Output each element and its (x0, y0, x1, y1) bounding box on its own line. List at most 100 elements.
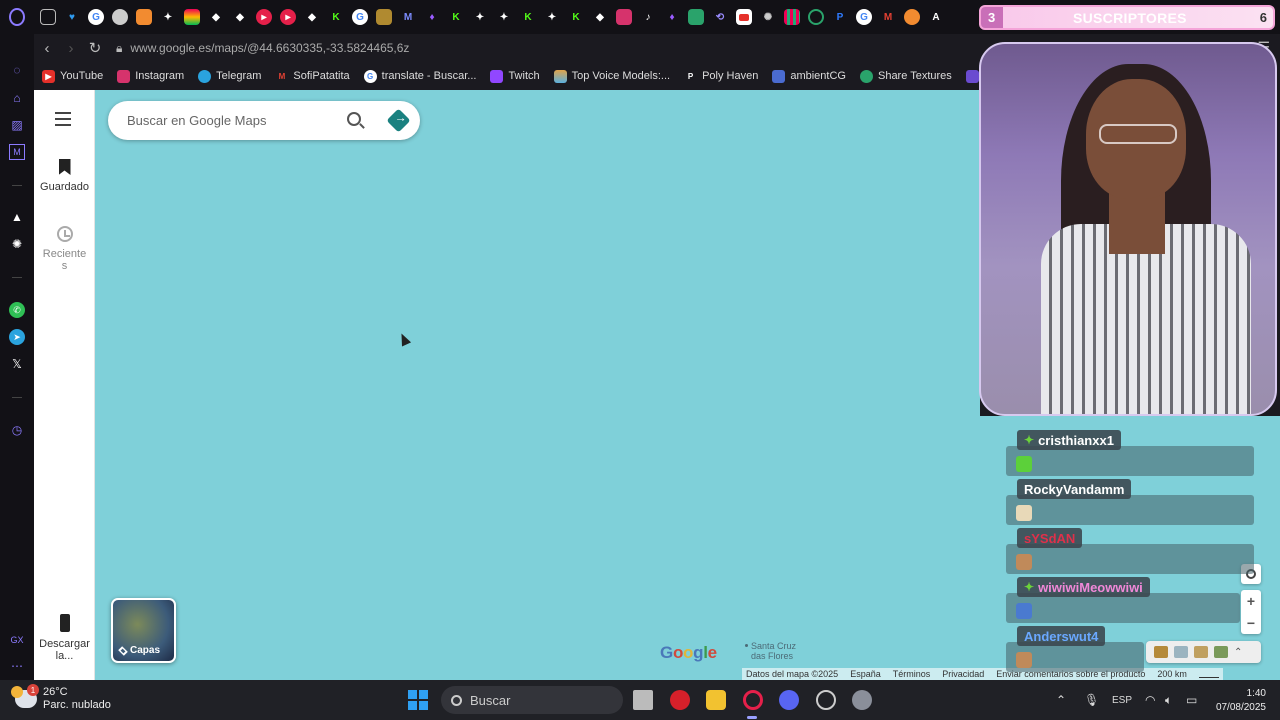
tab-google-icon[interactable]: G (88, 9, 104, 25)
wifi-icon[interactable]: ◠ (1145, 693, 1155, 707)
tab-green-icon[interactable] (688, 9, 704, 25)
tab-mail-icon[interactable] (40, 9, 56, 25)
microphone-icon[interactable]: 🎙︎ (1084, 693, 1099, 707)
thumb-traffic[interactable] (1214, 646, 1228, 658)
tab-diamond-icon-3[interactable]: ◆ (304, 9, 320, 25)
pinboard-icon[interactable]: ▨ (9, 117, 25, 133)
layers-button[interactable]: Capas (111, 598, 176, 663)
back-button[interactable]: ‹ (36, 37, 58, 59)
tab-m-icon[interactable]: M (400, 9, 416, 25)
bookmark-telegram[interactable]: Telegram (198, 69, 261, 83)
bookmark-share-textures[interactable]: Share Textures (859, 69, 952, 83)
terms-link[interactable]: Términos (893, 669, 931, 679)
bookmark-translate[interactable]: Gtranslate - Buscar... (363, 69, 476, 83)
tab-sync-icon[interactable]: ⟲ (712, 9, 728, 25)
tab-google-icon-3[interactable]: G (856, 9, 872, 25)
chevron-up-icon[interactable]: ⌃ (1234, 647, 1242, 658)
tab-puzzle-icon-4[interactable]: ✦ (544, 9, 560, 25)
opera-logo-icon[interactable] (0, 0, 34, 34)
tab-gmail-icon[interactable]: M (880, 9, 896, 25)
arc-icon[interactable]: ▲ (9, 209, 25, 225)
url-text[interactable]: www.google.es/maps/@44.6630335,-33.58244… (130, 41, 409, 55)
tab-drop-icon[interactable]: ♦ (424, 9, 440, 25)
bookmark-instagram[interactable]: Instagram (117, 69, 184, 83)
thumb-terrain[interactable] (1174, 646, 1188, 658)
chatgpt-icon[interactable]: ✺ (9, 236, 25, 252)
zoom-in-button[interactable]: + (1247, 593, 1255, 609)
system-clock[interactable]: 1:40 07/08/2025 (1216, 687, 1266, 715)
settings-icon[interactable] (852, 690, 872, 710)
bookmark-poly-haven[interactable]: P Poly Haven (684, 70, 758, 83)
tab-openai-icon[interactable]: ✺ (760, 9, 776, 25)
bookmark-twitch[interactable]: Twitch (490, 69, 540, 83)
tab-orange-circle-icon[interactable] (904, 9, 920, 25)
country-link[interactable]: España (850, 669, 881, 679)
tab-globe-icon[interactable] (112, 9, 128, 25)
discord-icon[interactable] (779, 690, 799, 710)
gx-icon[interactable]: GX (9, 632, 25, 648)
reload-button[interactable]: ↻ (84, 37, 106, 59)
tab-orange-icon[interactable] (136, 9, 152, 25)
pegman-icon[interactable] (1154, 646, 1168, 658)
opera-icon[interactable] (743, 690, 763, 710)
url-field[interactable]: 🔒︎ www.google.es/maps/@44.6630335,-33.58… (116, 41, 409, 56)
chevron-up-tray-icon[interactable]: ⌃ (1056, 693, 1066, 707)
scale-label[interactable]: 200 km (1157, 669, 1187, 679)
forward-button[interactable]: › (60, 37, 82, 59)
search-icon[interactable] (347, 112, 361, 126)
messenger-m-icon[interactable]: M (9, 144, 25, 160)
place-label-santa-cruz[interactable]: Santa Cruz das Flores (745, 641, 796, 661)
taskbar-search[interactable]: Buscar (441, 686, 623, 714)
bookmark-sofipatatita[interactable]: M SofiPatatita (275, 70, 350, 83)
zoom-out-button[interactable]: − (1247, 615, 1255, 631)
bookmark-youtube[interactable]: ▶ YouTube (42, 69, 103, 83)
tab-play-icon-2[interactable]: ▸ (280, 9, 296, 25)
tab-youtube-active[interactable] (736, 9, 752, 25)
maps-search-input[interactable] (127, 113, 327, 128)
directions-icon[interactable] (386, 108, 411, 133)
tab-diamond-icon-4[interactable]: ◆ (592, 9, 608, 25)
obs-icon[interactable] (816, 690, 836, 710)
x-icon[interactable]: 𝕏 (9, 356, 25, 372)
tab-play-icon[interactable]: ▸ (256, 9, 272, 25)
tab-shield-icon[interactable] (376, 9, 392, 25)
tab-diamond-icon[interactable]: ◆ (208, 9, 224, 25)
tab-puzzle-icon-2[interactable]: ✦ (472, 9, 488, 25)
saved-button[interactable]: Guardado (34, 159, 95, 193)
language-indicator[interactable]: ESP (1112, 695, 1132, 706)
bookmark-ambientcg[interactable]: ambientCG (772, 69, 846, 83)
download-app-button[interactable]: Descargar la... (34, 614, 95, 662)
telegram-sidebar-icon[interactable]: ➤ (9, 329, 25, 345)
recents-button[interactable]: Reciente s (34, 226, 95, 272)
aria-icon[interactable]: ◌ (9, 62, 25, 78)
tab-drop-icon-2[interactable]: ♦ (664, 9, 680, 25)
more-icon[interactable]: ⋯ (9, 658, 25, 674)
tab-kick-icon-3[interactable]: K (520, 9, 536, 25)
tab-kick-icon[interactable]: K (328, 9, 344, 25)
thumb-satellite[interactable] (1194, 646, 1208, 658)
task-view-icon[interactable] (633, 690, 653, 710)
tab-paypal-icon[interactable]: P (832, 9, 848, 25)
volume-icon[interactable]: 🔈︎ (1165, 693, 1172, 708)
tab-circle-icon[interactable] (808, 9, 824, 25)
weather-widget[interactable]: 1 26°C Parc. nublado (11, 684, 111, 712)
tab-diamond-icon-2[interactable]: ◆ (232, 9, 248, 25)
tab-grid-icon[interactable] (784, 9, 800, 25)
tab-puzzle-icon[interactable]: ✦ (160, 9, 176, 25)
tab-tiktok-icon[interactable]: ♪ (640, 9, 656, 25)
map-canvas[interactable] (95, 90, 980, 680)
tab-puzzle-icon-3[interactable]: ✦ (496, 9, 512, 25)
whatsapp-icon[interactable]: ✆ (9, 302, 25, 318)
tab-kick-icon-2[interactable]: K (448, 9, 464, 25)
tab-rainbow-icon[interactable] (184, 9, 200, 25)
privacy-link[interactable]: Privacidad (942, 669, 984, 679)
windows-start-icon[interactable] (408, 690, 428, 710)
menu-icon[interactable] (55, 112, 71, 126)
battery-icon[interactable]: ▭ (1186, 693, 1197, 707)
tab-instagram-icon[interactable] (616, 9, 632, 25)
bookmark-top-voice-models[interactable]: Top Voice Models:... (553, 69, 670, 83)
opera-gx-icon[interactable] (670, 690, 690, 710)
tab-a-icon[interactable]: A (928, 9, 944, 25)
crypto-wallet-icon[interactable]: ⌂ (9, 90, 25, 106)
tab-google-icon-2[interactable]: G (352, 9, 368, 25)
